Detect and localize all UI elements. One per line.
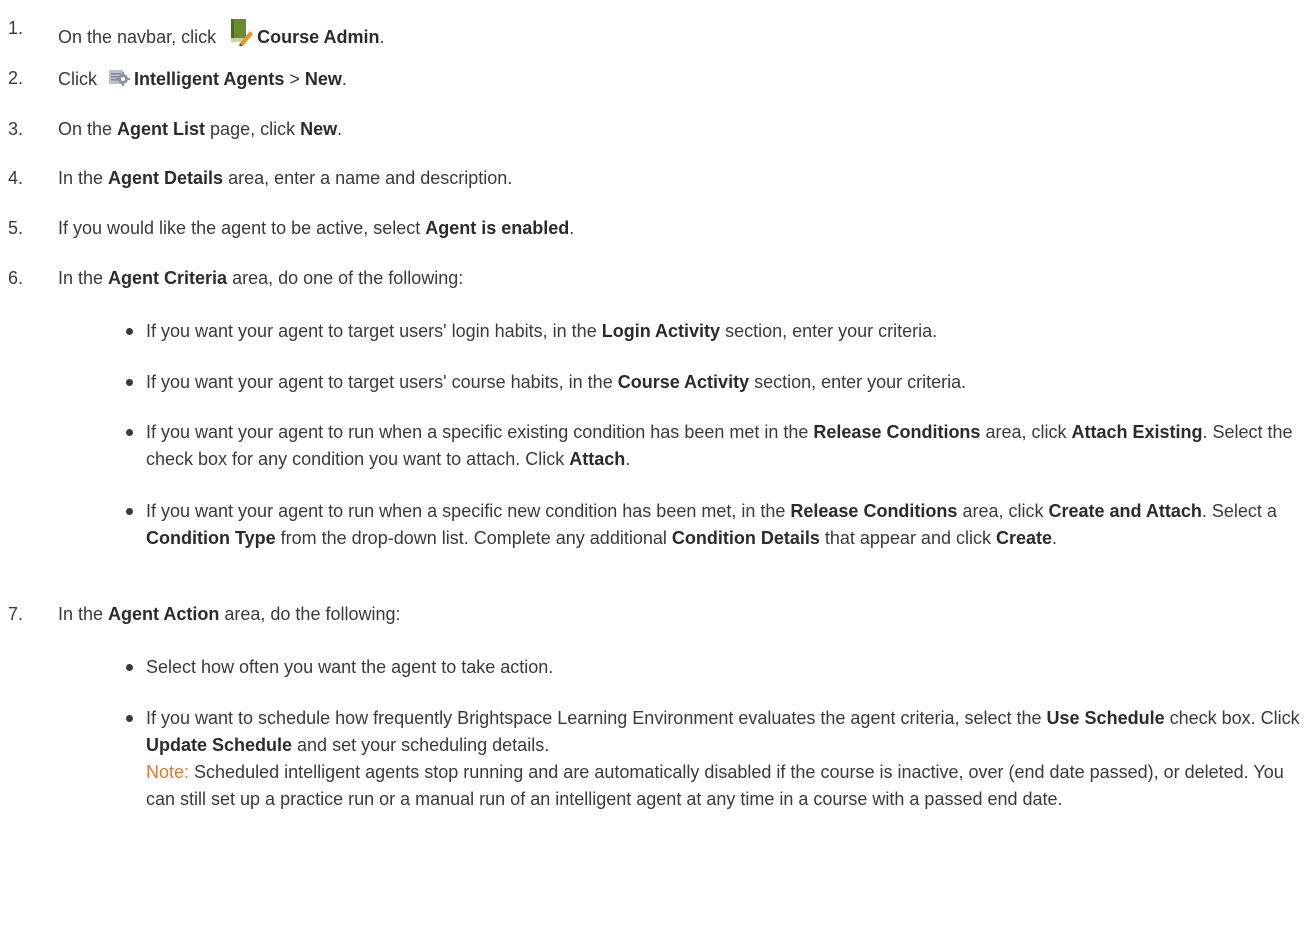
step-5: 5. If you would like the agent to be act… <box>0 218 1315 248</box>
bullet-dot <box>126 664 133 671</box>
step-number: 6. <box>8 268 24 288</box>
step-text: Click Intelligent Agents > New. <box>58 68 347 93</box>
bullet-dot <box>126 429 133 436</box>
bullet-dot <box>126 379 133 386</box>
step-number: 7. <box>8 604 24 624</box>
step-text: In the Agent Action area, do the followi… <box>58 604 401 624</box>
step-text: On the navbar, click Course Admin. <box>58 18 384 51</box>
step-number: 1. <box>8 18 24 38</box>
list-item: If you want your agent to run when a spe… <box>126 419 1306 477</box>
step-number: 4. <box>8 168 24 188</box>
step-text: If you would like the agent to be active… <box>58 218 575 238</box>
intelligent-agents-icon <box>108 68 131 93</box>
step-number: 5. <box>8 218 24 238</box>
note-label: Note: <box>146 762 190 782</box>
bullet-dot <box>126 715 133 722</box>
step-number: 3. <box>8 119 24 139</box>
step-6: 6. In the Agent Criteria area, do one of… <box>0 268 1315 298</box>
step-number: 2. <box>8 68 24 88</box>
step-7: 7. In the Agent Action area, do the foll… <box>0 604 1315 634</box>
step-4: 4. In the Agent Details area, enter a na… <box>0 168 1315 198</box>
step-text: In the Agent Criteria area, do one of th… <box>58 268 464 288</box>
list-item: If you want your agent to run when a spe… <box>126 498 1306 584</box>
note-text: Scheduled intelligent agents stop runnin… <box>146 762 1284 809</box>
step-3: 3. On the Agent List page, click New. <box>0 119 1315 149</box>
step-text: On the Agent List page, click New. <box>58 119 343 139</box>
course-admin-icon <box>227 18 254 51</box>
list-item: If you want your agent to target users' … <box>126 369 1306 399</box>
bullet-dot <box>126 328 133 335</box>
step-text: In the Agent Details area, enter a name … <box>58 168 513 188</box>
step-1: 1. On the navbar, click Course Admin. <box>0 18 1315 48</box>
list-item: If you want to schedule how frequently B… <box>126 705 1306 875</box>
list-item: If you want your agent to target users' … <box>126 318 1306 348</box>
bullet-dot <box>126 508 133 515</box>
list-item: Select how often you want the agent to t… <box>126 654 1306 684</box>
step-2: 2. Click Intelligent Agents > New. <box>0 68 1315 98</box>
